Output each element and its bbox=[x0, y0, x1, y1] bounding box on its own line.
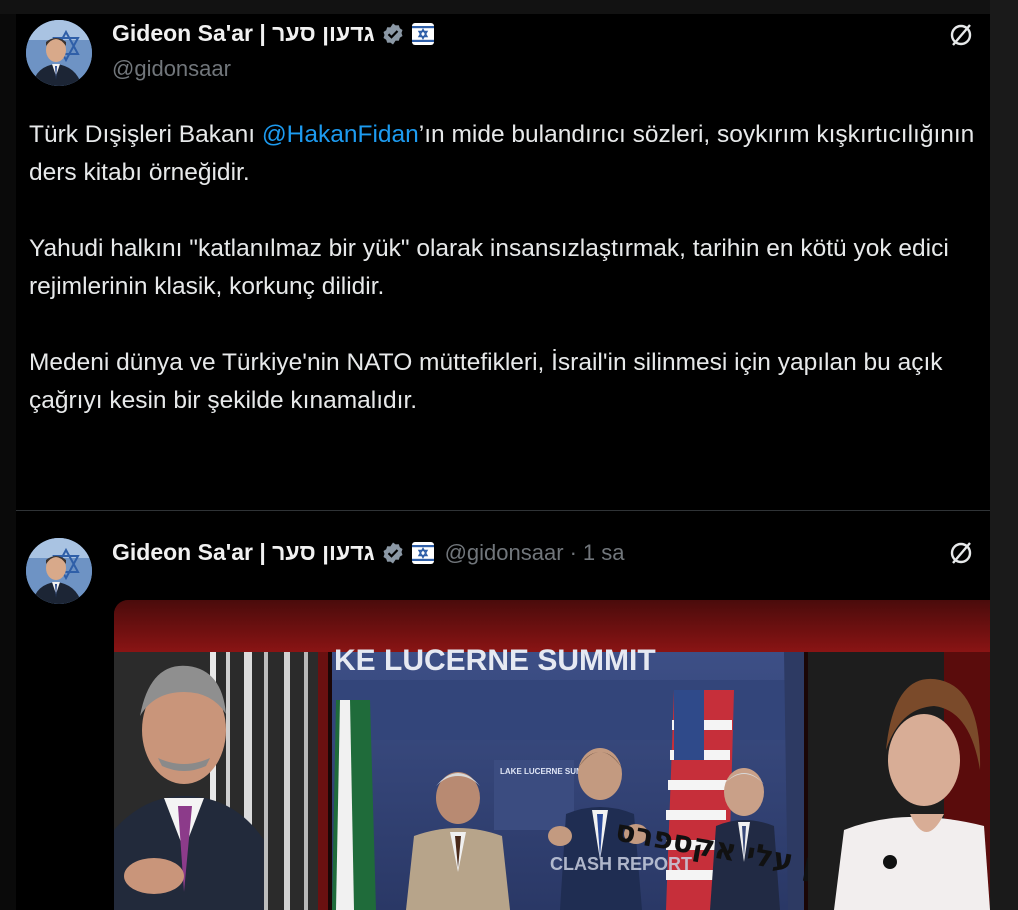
author-handle[interactable]: @gidonsaar bbox=[112, 56, 231, 82]
grok-icon[interactable] bbox=[946, 20, 976, 50]
banner-text: KE LUCERNE SUMMIT bbox=[334, 644, 656, 677]
quoted-avatar[interactable] bbox=[26, 538, 92, 604]
mention-link[interactable]: @HakanFidan bbox=[262, 121, 419, 148]
tweet-paragraph-2: Yahudi halkını "katlanılmaz bir yük" ola… bbox=[29, 235, 949, 300]
tweet-screen: Gideon Sa'ar | גדעון סער @gidonsaar Türk… bbox=[16, 14, 990, 910]
tweet-paragraph-1: Türk Dışişleri Bakanı @HakanFidan’ın mid… bbox=[29, 121, 975, 186]
video-frame: KE LUCERNE SUMMIT LAKE LUCERNE SUMMIT CL… bbox=[114, 600, 990, 910]
top-strip bbox=[0, 0, 1018, 14]
israel-flag-icon[interactable] bbox=[411, 541, 435, 565]
grok-icon[interactable] bbox=[946, 538, 976, 568]
israel-flag-icon[interactable] bbox=[411, 22, 435, 46]
author-display-name[interactable]: Gideon Sa'ar | גדעון סער bbox=[112, 20, 375, 47]
author-name-row: Gideon Sa'ar | גדעון סער bbox=[112, 20, 435, 47]
tweet-text: Türk Dışişleri Bakanı @HakanFidan’ın mid… bbox=[29, 116, 979, 458]
tweet-media-video[interactable]: KE LUCERNE SUMMIT LAKE LUCERNE SUMMIT CL… bbox=[114, 600, 990, 910]
quoted-display-name[interactable]: Gideon Sa'ar | גדעון סער bbox=[112, 539, 375, 566]
verified-badge-icon bbox=[383, 23, 403, 44]
tweet-paragraph-3: Medeni dünya ve Türkiye'nin NATO müttefi… bbox=[29, 349, 943, 414]
verified-badge-icon bbox=[383, 542, 403, 563]
avatar[interactable] bbox=[26, 20, 92, 86]
author-handle-row: @gidonsaar bbox=[112, 56, 231, 82]
divider bbox=[16, 510, 990, 511]
quoted-handle[interactable]: @gidonsaar bbox=[445, 540, 564, 566]
scrollbar-track[interactable] bbox=[990, 0, 1018, 910]
tweet-timestamp[interactable]: 1 sa bbox=[583, 540, 625, 566]
separator-dot: · bbox=[569, 539, 577, 565]
quoted-name-row: Gideon Sa'ar | גדעון סער @gidonsaar · 1 … bbox=[112, 539, 624, 566]
